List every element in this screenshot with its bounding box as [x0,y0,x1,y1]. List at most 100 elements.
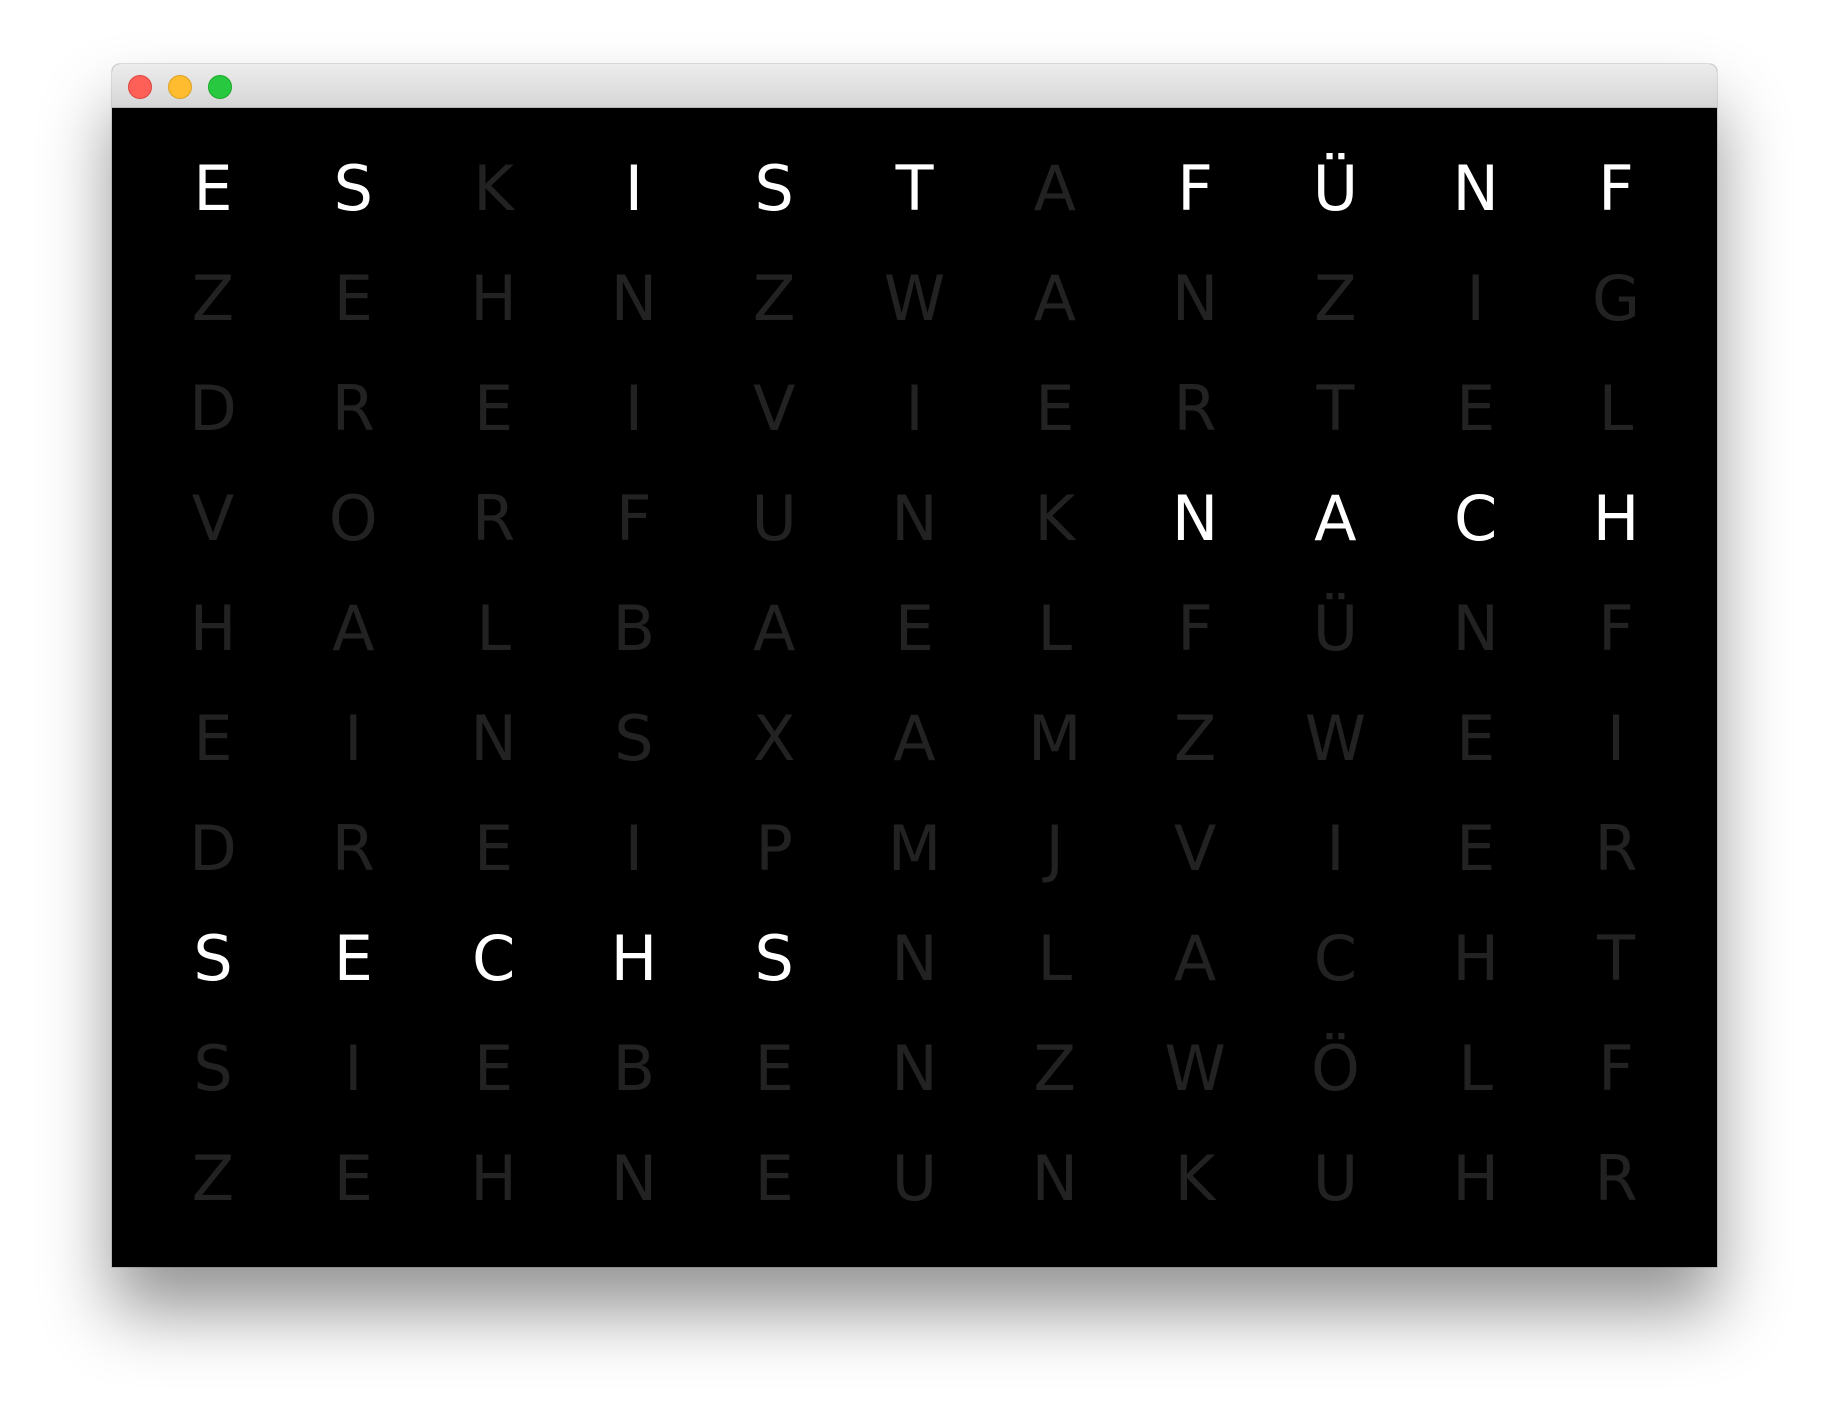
letter-cell-dim: H [1452,1142,1499,1215]
letter-cell-dim: K [1174,1142,1216,1215]
letter-cell-dim: E [1035,372,1075,445]
letter-cell-dim: P [755,812,793,885]
letter-cell-dim: F [1598,1032,1634,1105]
letter-cell-dim: L [1037,922,1073,995]
letter-cell-dim: R [1173,372,1217,445]
letter-cell-dim: M [1028,702,1082,775]
letter-cell-dim: M [887,812,942,885]
letter-cell-lit: Ü [1312,152,1359,225]
letter-cell-dim: F [1177,592,1213,665]
letter-cell-dim: Z [191,262,235,335]
letter-cell-dim: H [189,592,237,665]
letter-row: ZEHNZWANZIG [112,244,1717,354]
letter-cell-dim: I [344,1032,363,1105]
letter-cell-dim: A [752,592,796,665]
letter-cell-lit: N [1452,152,1499,225]
letter-cell-dim: K [473,152,514,225]
letter-cell-dim: E [1456,702,1496,775]
letter-cell-lit: E [333,922,373,995]
letter-cell-lit: A [1314,482,1357,555]
letter-cell-dim: S [193,1032,233,1105]
letter-cell-dim: W [1164,1032,1226,1105]
letter-cell-dim: F [1598,592,1634,665]
letter-cell-dim: E [1456,812,1496,885]
letter-cell-dim: Z [1173,702,1217,775]
letter-cell-dim: T [1597,922,1635,995]
letter-cell-dim: L [1458,1032,1493,1105]
letter-cell-dim: E [333,262,373,335]
letter-cell-dim: I [624,372,644,445]
letter-cell-lit: C [1454,482,1498,555]
letter-cell-dim: Z [752,262,796,335]
letter-cell-dim: L [476,592,511,665]
letter-cell-dim: V [752,372,796,445]
letter-cell-dim: R [1594,1142,1638,1215]
letter-cell-dim: N [891,922,938,995]
close-window-button[interactable] [128,75,152,99]
letter-cell-lit: T [895,152,934,225]
letter-cell-dim: E [1456,372,1496,445]
letter-row: DREIVIERTEL [112,354,1717,464]
letter-cell-dim: I [1326,812,1345,885]
letter-cell-dim: F [616,482,652,555]
minimize-window-button[interactable] [168,75,192,99]
letter-cell-lit: S [193,922,233,995]
letter-cell-dim: U [891,1142,938,1215]
letter-row: HALBAELFÜNF [112,574,1717,684]
letter-cell-dim: L [1037,592,1073,665]
letter-cell-dim: D [189,812,237,885]
letter-cell-lit: F [1598,152,1634,225]
letter-cell-lit: I [624,152,644,225]
letter-cell-dim: I [1606,702,1626,775]
letter-row: SECHSNLACHT [112,904,1717,1014]
letter-cell-dim: R [1594,812,1638,885]
letter-cell-lit: C [471,922,516,995]
letter-row: VORFUNKNACH [112,464,1717,574]
letter-cell-dim: E [474,812,514,885]
letter-cell-dim: Ü [1312,592,1359,665]
title-bar[interactable] [112,64,1717,108]
letter-cell-dim: I [344,702,363,775]
letter-cell-dim: B [612,1032,656,1105]
letter-cell-lit: H [1592,482,1640,555]
letter-cell-dim: A [1033,262,1076,335]
letter-cell-dim: O [328,482,378,555]
letter-cell-dim: E [333,1142,373,1215]
letter-cell-lit: N [1171,482,1219,555]
letter-cell-dim: K [1034,482,1076,555]
letter-cell-lit: S [754,152,794,225]
letter-cell-dim: A [332,592,375,665]
letter-cell-dim: Z [1314,262,1357,335]
zoom-window-button[interactable] [208,75,232,99]
letter-cell-dim: E [474,1032,514,1105]
letter-cell-dim: A [1033,152,1076,225]
letter-cell-dim: B [612,592,656,665]
letter-cell-dim: S [614,702,654,775]
letter-row: EINSXAMZWEI [112,684,1717,794]
letter-cell-lit: E [193,152,233,225]
letter-cell-dim: N [610,262,658,335]
letter-row: ESKISTAFÜNF [112,134,1717,244]
letter-cell-dim: D [189,372,237,445]
letter-cell-dim: G [1591,262,1641,335]
letter-cell-lit: S [333,152,373,225]
letter-cell-dim: N [1031,1142,1078,1215]
letter-row: DREIPMJVIER [112,794,1717,904]
letter-cell-dim: U [751,482,797,555]
letter-cell-dim: R [331,812,375,885]
letter-cell-dim: W [883,262,946,335]
letter-cell-dim: T [1316,372,1355,445]
letter-cell-dim: A [893,702,936,775]
letter-cell-dim: V [191,482,235,555]
letter-cell-dim: N [1171,262,1219,335]
letter-cell-lit: F [1177,152,1213,225]
letter-cell-dim: U [1312,1142,1359,1215]
letter-row: SIEBENZWÖLF [112,1014,1717,1124]
letter-cell-dim: N [891,1032,938,1105]
letter-cell-dim: C [1313,922,1358,995]
letter-cell-dim: N [891,482,938,555]
letter-cell-dim: E [193,702,233,775]
letter-cell-dim: I [905,372,924,445]
letter-cell-dim: E [754,1142,794,1215]
letter-cell-dim: Ö [1310,1032,1360,1105]
